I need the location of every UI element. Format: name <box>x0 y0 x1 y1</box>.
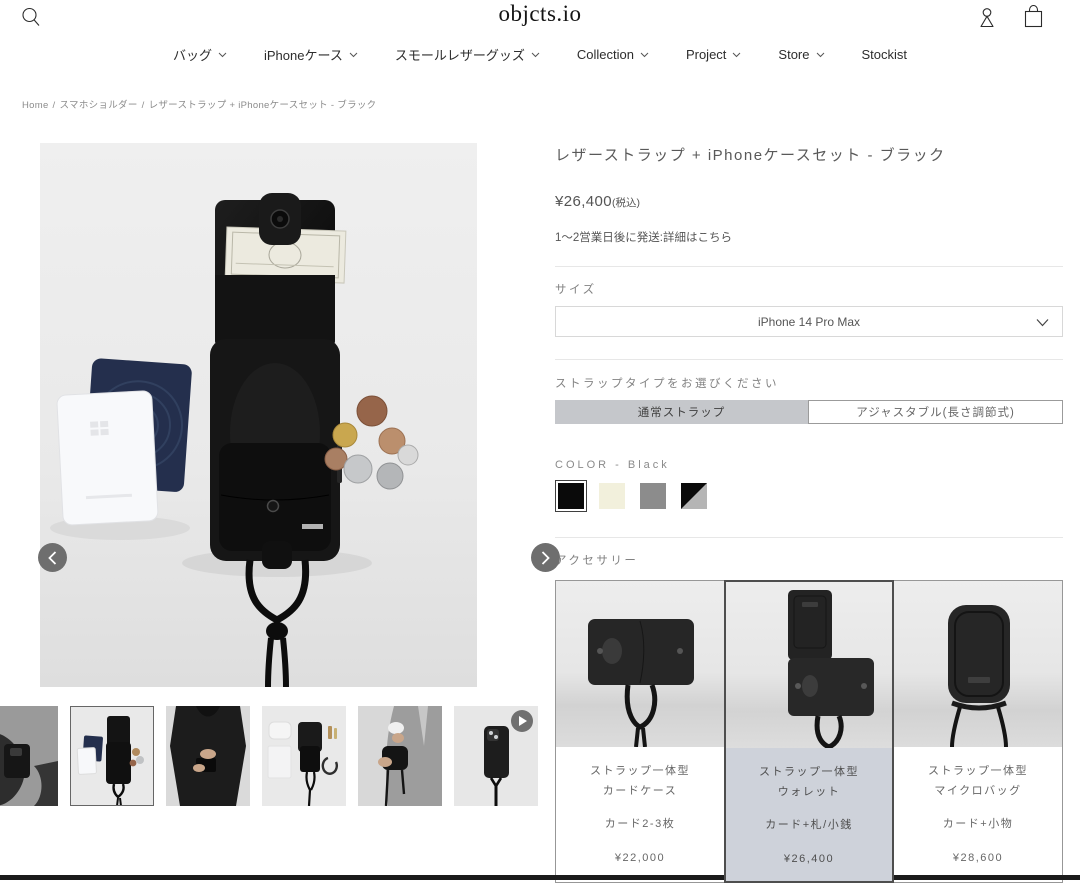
thumbnail-case-with-strap-video[interactable] <box>454 706 538 806</box>
accessories-label: アクセサリー <box>555 552 1063 568</box>
price-row: ¥26,400(税込) <box>555 193 1063 211</box>
accessory-price: ¥26,400 <box>730 853 888 865</box>
accessory-card-wallet[interactable]: ストラップ一体型 ウォレット カード+札/小銭 ¥26,400 <box>724 580 894 883</box>
chevron-down-icon <box>1036 318 1049 327</box>
thumbnail-model-gray-hoodie-pouch[interactable] <box>358 706 442 806</box>
accessory-card-microbag[interactable]: ストラップ一体型 マイクロバッグ カード+小物 ¥28,600 <box>893 580 1063 883</box>
strap-type-options: 通常ストラップ アジャスタブル(長さ調節式) <box>555 400 1063 424</box>
chevron-down-icon <box>640 52 649 58</box>
thumbnail-hands-holding-wallet[interactable] <box>0 706 58 806</box>
divider <box>555 359 1063 360</box>
strap-type-label: ストラップタイプをお選びください <box>555 375 1063 391</box>
product-photo <box>40 143 477 687</box>
divider <box>555 537 1063 538</box>
thumbnail-strip <box>0 706 541 806</box>
breadcrumb: Home/スマホショルダー/レザーストラップ + iPhoneケースセット - … <box>22 97 376 111</box>
breadcrumb-current: レザーストラップ + iPhoneケースセット - ブラック <box>149 100 377 111</box>
chevron-left-icon <box>48 551 57 565</box>
divider <box>555 266 1063 267</box>
thumbnail-flatlay-case-cards-coins[interactable] <box>70 706 154 806</box>
product-price: ¥26,400 <box>555 193 612 210</box>
thumbnail-model-black-outfit-wallet[interactable] <box>166 706 250 806</box>
account-icon[interactable] <box>977 6 997 31</box>
prev-image-button[interactable] <box>38 543 67 572</box>
color-swatch-black[interactable] <box>555 480 587 512</box>
play-icon <box>511 710 533 732</box>
shipping-details-link[interactable]: こちら <box>698 232 733 244</box>
strap-option-adjustable[interactable]: アジャスタブル(長さ調節式) <box>808 400 1063 424</box>
accessory-photo-microbag <box>894 581 1062 747</box>
accessory-title2: マイクロバッグ <box>898 782 1058 802</box>
logo[interactable]: objcts.io <box>0 1 1080 27</box>
nav-item-collection[interactable]: Collection <box>577 45 649 64</box>
nav-item-bags[interactable]: バッグ <box>173 45 227 64</box>
nav-item-project[interactable]: Project <box>686 45 741 64</box>
accessory-photo-wallet <box>726 582 892 748</box>
accessory-card-cardcase[interactable]: ストラップ一体型 カードケース カード2-3枚 ¥22,000 <box>555 580 725 883</box>
color-swatch-black-gray[interactable] <box>678 480 710 512</box>
footer-top-edge <box>0 875 1080 880</box>
strap-option-normal[interactable]: 通常ストラップ <box>555 400 808 424</box>
color-swatches <box>555 480 1063 512</box>
thumbnail-flatlay-accessories-set[interactable] <box>262 706 346 806</box>
color-label: COLOR - Black <box>555 459 1063 471</box>
breadcrumb-category[interactable]: スマホショルダー <box>60 100 138 111</box>
chevron-down-icon <box>816 52 825 58</box>
accessory-title: ストラップ一体型 <box>730 763 888 783</box>
next-image-button[interactable] <box>531 543 560 572</box>
nav-item-store[interactable]: Store <box>778 45 824 64</box>
accessory-capacity: カード+小物 <box>898 815 1058 831</box>
chevron-down-icon <box>732 52 741 58</box>
tax-note: (税込) <box>612 197 640 209</box>
accessory-title: ストラップ一体型 <box>898 762 1058 782</box>
color-swatch-gray[interactable] <box>637 480 669 512</box>
main-nav: バッグ iPhoneケース スモールレザーグッズ Collection Proj… <box>0 45 1080 64</box>
accessory-price: ¥22,000 <box>560 852 720 864</box>
size-selected-value: iPhone 14 Pro Max <box>758 315 860 329</box>
accessory-capacity: カード2-3枚 <box>560 815 720 831</box>
chevron-right-icon <box>541 551 550 565</box>
nav-item-iphone-cases[interactable]: iPhoneケース <box>264 45 358 64</box>
color-swatch-cream[interactable] <box>596 480 628 512</box>
accessory-price: ¥28,600 <box>898 852 1058 864</box>
accessory-title: ストラップ一体型 <box>560 762 720 782</box>
nav-item-stockist[interactable]: Stockist <box>862 45 908 64</box>
product-title: レザーストラップ + iPhoneケースセット - ブラック <box>555 144 1063 165</box>
accessories-grid: ストラップ一体型 カードケース カード2-3枚 ¥22,000 <box>555 580 1063 883</box>
chevron-down-icon <box>349 52 358 58</box>
product-details: レザーストラップ + iPhoneケースセット - ブラック ¥26,400(税… <box>555 141 1063 883</box>
accessory-capacity: カード+札/小銭 <box>730 816 888 832</box>
size-select[interactable]: iPhone 14 Pro Max <box>555 306 1063 337</box>
nav-item-small-leather-goods[interactable]: スモールレザーグッズ <box>395 45 540 64</box>
chevron-down-icon <box>218 52 227 58</box>
breadcrumb-home[interactable]: Home <box>22 100 49 111</box>
size-label: サイズ <box>555 281 1063 297</box>
accessory-photo-cardcase <box>556 581 724 747</box>
shipping-note: 1〜2営業日後に発送:詳細はこちら <box>555 229 1063 245</box>
accessory-title2: カードケース <box>560 782 720 802</box>
chevron-down-icon <box>531 52 540 58</box>
cart-icon[interactable] <box>1023 5 1044 31</box>
accessory-title2: ウォレット <box>730 783 888 803</box>
